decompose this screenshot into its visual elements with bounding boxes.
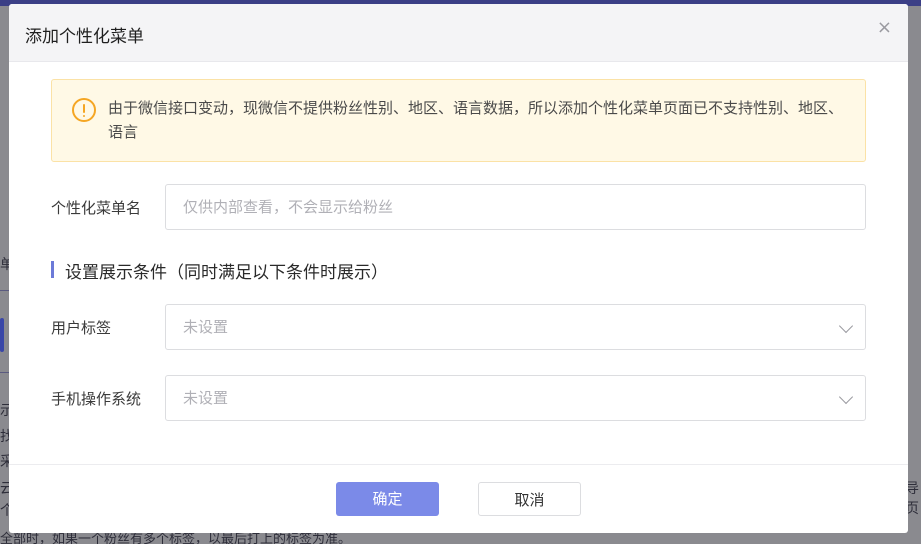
user-tag-select[interactable]: 未设置 bbox=[165, 304, 866, 350]
cancel-button[interactable]: 取消 bbox=[478, 482, 581, 516]
mobile-os-selected-value: 未设置 bbox=[183, 389, 229, 407]
menu-name-input[interactable] bbox=[165, 184, 866, 230]
section-accent-bar bbox=[51, 261, 54, 278]
dialog-header: 添加个性化菜单 × bbox=[9, 4, 908, 62]
dialog-title: 添加个性化菜单 bbox=[25, 27, 144, 47]
add-personalized-menu-dialog: 添加个性化菜单 × 由于微信接口变动，现微信不提供粉丝性别、地区、语言数据，所以… bbox=[9, 4, 908, 533]
chevron-down-icon bbox=[838, 318, 854, 334]
chevron-down-icon bbox=[838, 389, 854, 405]
confirm-button[interactable]: 确定 bbox=[336, 482, 439, 516]
user-tag-label: 用户标签 bbox=[51, 319, 112, 337]
close-icon[interactable]: × bbox=[877, 18, 892, 38]
background-button-edge bbox=[0, 318, 4, 352]
section-title: 设置展示条件（同时满足以下条件时展示） bbox=[51, 258, 388, 283]
warning-circle-icon bbox=[72, 98, 96, 122]
user-tag-selected-value: 未设置 bbox=[183, 318, 229, 336]
notice-text: 由于微信接口变动，现微信不提供粉丝性别、地区、语言数据，所以添加个性化菜单页面已… bbox=[108, 99, 844, 141]
section-title-text: 设置展示条件（同时满足以下条件时展示） bbox=[65, 263, 388, 283]
menu-name-label: 个性化菜单名 bbox=[51, 199, 142, 217]
mobile-os-select[interactable]: 未设置 bbox=[165, 375, 866, 421]
mobile-os-label: 手机操作系统 bbox=[51, 390, 142, 408]
footer-divider bbox=[9, 464, 908, 465]
notice-banner: 由于微信接口变动，现微信不提供粉丝性别、地区、语言数据，所以添加个性化菜单页面已… bbox=[51, 79, 866, 162]
